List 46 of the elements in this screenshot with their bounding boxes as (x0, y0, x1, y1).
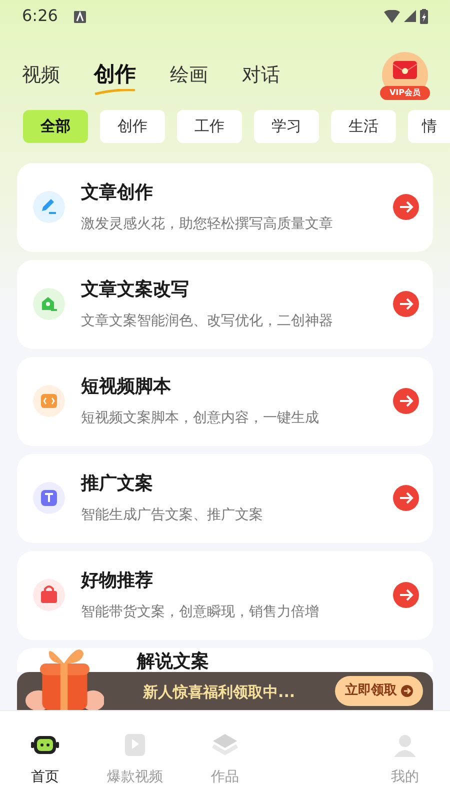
nav-tab[interactable]: 首页 (0, 729, 90, 788)
category-chip[interactable]: 情 (408, 110, 450, 142)
tool-description: 智能带货文案，创意瞬现，销售力倍增 (81, 603, 320, 622)
text-icon (33, 482, 65, 514)
wifi-icon (384, 10, 400, 22)
category-chip[interactable]: 创作 (100, 110, 165, 142)
pencil-icon (33, 191, 65, 223)
arrow-button[interactable] (393, 388, 419, 414)
category-chip[interactable]: 学习 (254, 110, 319, 142)
top-tab[interactable]: 绘画 (170, 60, 208, 90)
top-tab[interactable]: 视频 (22, 60, 60, 90)
tool-card[interactable]: 解说文案 (17, 648, 433, 672)
arrow-icon (401, 684, 413, 697)
tool-title: 解说文案 (137, 650, 210, 674)
arrow-button[interactable] (393, 485, 419, 511)
tool-card[interactable]: 文章创作 激发灵感火花，助您轻松撰写高质量文章 (17, 162, 433, 252)
battery-icon (420, 8, 428, 24)
tool-description: 激发灵感火花，助您轻松撰写高质量文章 (81, 215, 334, 234)
tool-description: 智能生成广告文案、推广文案 (81, 506, 264, 525)
top-tab[interactable]: 对话 (242, 60, 280, 90)
arrow-button[interactable] (393, 194, 419, 220)
clock: 6:26 (22, 5, 58, 27)
house-pen-icon (33, 288, 65, 320)
tool-card[interactable]: 文章文案改写 文章文案智能润色、改写优化，二创神器 (17, 260, 433, 348)
tool-card[interactable]: 好物推荐 智能带货文案，创意瞬现，销售力倍增 (17, 550, 433, 640)
bag-icon (33, 579, 65, 611)
signal-icon (404, 10, 416, 22)
category-chip[interactable]: 全部 (23, 110, 88, 142)
arrow-button[interactable] (393, 291, 419, 317)
arrow-button[interactable] (393, 582, 419, 608)
tool-title: 推广文案 (81, 472, 154, 496)
tool-title: 短视频脚本 (81, 375, 172, 399)
tool-card[interactable]: 推广文案 智能生成广告文案、推广文案 (17, 454, 433, 542)
tool-title: 好物推荐 (81, 569, 154, 593)
tool-description: 文章文案智能润色、改写优化，二创神器 (81, 312, 334, 331)
category-chip[interactable]: 生活 (331, 110, 396, 142)
tool-description: 短视频文案脚本，创意内容，一键生成 (81, 409, 320, 428)
claim-button[interactable]: 立即领取 (335, 676, 423, 706)
tool-title: 文章文案改写 (81, 278, 190, 302)
code-icon (33, 385, 65, 417)
promo-text: 新人惊喜福利领取中... (143, 682, 296, 703)
notification-icon (74, 10, 86, 23)
vip-badge[interactable]: VIP会员 (382, 52, 428, 98)
tool-title: 文章创作 (81, 181, 154, 205)
category-chip[interactable]: 工作 (177, 110, 242, 142)
tool-card[interactable]: 短视频脚本 短视频文案脚本，创意内容，一键生成 (17, 356, 433, 446)
